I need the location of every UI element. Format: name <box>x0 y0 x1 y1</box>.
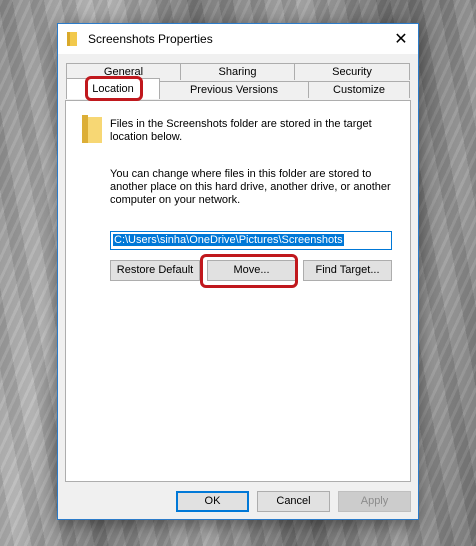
folder-icon <box>82 115 102 143</box>
folder-icon <box>67 32 77 46</box>
move-description: You can change where files in this folde… <box>110 168 391 206</box>
find-target-label: Find Target... <box>315 264 380 276</box>
close-button[interactable]: ✕ <box>384 24 418 54</box>
ok-button[interactable]: OK <box>176 491 249 512</box>
tab-security[interactable]: Security <box>294 63 410 80</box>
move-label: Move... <box>233 264 270 276</box>
move-button[interactable]: Move... <box>207 260 296 281</box>
restore-default-button[interactable]: Restore Default <box>110 260 200 281</box>
tab-location[interactable]: Location <box>66 78 160 99</box>
find-target-button[interactable]: Find Target... <box>303 260 392 281</box>
apply-label: Apply <box>360 495 389 507</box>
tab-sharing[interactable]: Sharing <box>180 63 295 80</box>
location-panel: Files in the Screenshots folder are stor… <box>65 100 411 482</box>
title-bar[interactable]: Screenshots Properties ✕ <box>58 24 418 54</box>
tab-row-front: Location Previous Versions Customize <box>66 78 410 99</box>
cancel-label: Cancel <box>276 495 311 507</box>
cancel-button[interactable]: Cancel <box>257 491 330 512</box>
close-icon: ✕ <box>394 31 408 48</box>
location-description: Files in the Screenshots folder are stor… <box>110 118 372 143</box>
window-title: Screenshots Properties <box>88 32 213 46</box>
tab-customize[interactable]: Customize <box>308 81 410 98</box>
properties-dialog: Screenshots Properties ✕ General Sharing… <box>57 23 419 520</box>
ok-label: OK <box>204 495 221 507</box>
tab-previous-versions[interactable]: Previous Versions <box>159 81 309 98</box>
apply-button[interactable]: Apply <box>338 491 411 512</box>
restore-default-label: Restore Default <box>116 264 194 276</box>
target-path-value: C:\Users\sinha\OneDrive\Pictures\Screens… <box>113 234 344 246</box>
target-path-field[interactable]: C:\Users\sinha\OneDrive\Pictures\Screens… <box>110 231 392 250</box>
